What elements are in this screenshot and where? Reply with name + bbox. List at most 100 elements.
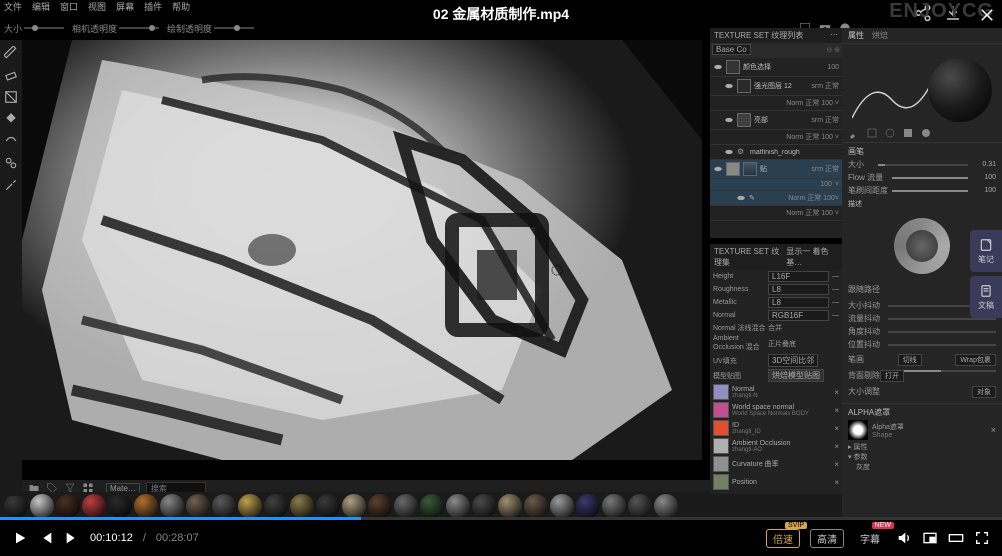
layer-blend-row[interactable]: Norm 正常 100 ˅ [710,96,842,111]
visibility-icon[interactable] [724,147,734,157]
current-time: 00:10:12 [90,532,133,544]
normal-dropdown[interactable]: RGB16F [768,310,829,321]
material-ball[interactable] [498,494,522,518]
material-ball[interactable] [264,494,288,518]
theater-icon[interactable] [948,530,964,546]
material-ball[interactable] [342,494,366,518]
color-picker[interactable] [894,218,950,274]
material-ball[interactable] [472,494,496,518]
height-dropdown[interactable]: L16F [768,271,829,282]
brush-tool-icon[interactable] [4,46,18,60]
material-ball[interactable] [160,494,184,518]
layer-item[interactable]: ⚙ matfinish_rough [710,145,842,160]
material-ball[interactable] [394,494,418,518]
uv-dropdown[interactable]: 3D空间比邻 [768,354,818,367]
map-remove-icon[interactable]: × [834,442,839,451]
metallic-dropdown[interactable]: L8 [768,297,829,308]
map-remove-icon[interactable]: × [834,460,839,469]
material-ball[interactable] [186,494,210,518]
material-ball[interactable] [524,494,548,518]
material-ball[interactable] [108,494,132,518]
material-ball[interactable] [30,494,54,518]
next-icon[interactable] [64,530,80,546]
material-ball[interactable] [628,494,652,518]
material-ball[interactable] [316,494,340,518]
backface-dropdown[interactable]: 打开 [880,370,904,382]
visibility-icon[interactable] [724,81,734,91]
material-ball[interactable] [238,494,262,518]
smudge-tool-icon[interactable] [4,134,18,148]
material-ball[interactable] [420,494,444,518]
layer-item[interactable]: 亮部 srm 正常 [710,111,842,130]
material-ball[interactable] [82,494,106,518]
map-row[interactable]: World space normalWorld Space Normals BO… [710,401,842,419]
play-icon[interactable] [12,530,28,546]
stroke-dropdown[interactable]: 切线 [898,354,922,366]
alpha-thumb[interactable] [848,420,868,440]
map-row[interactable]: Position× [710,473,842,491]
panel-menu-icon[interactable]: ⋯ [830,30,838,41]
material-ball[interactable] [602,494,626,518]
viewport-3d[interactable] [22,40,702,460]
pip-icon[interactable] [922,530,938,546]
projection-tool-icon[interactable] [4,90,18,104]
material-ball[interactable] [368,494,392,518]
clone-tool-icon[interactable] [4,156,18,170]
layer-blend-row[interactable]: Norm 正常 100 ˅ [710,130,842,145]
map-remove-icon[interactable]: × [834,388,839,397]
layer-sublayer[interactable]: ✎ Norm 正常 100˅ [710,191,842,206]
tab-properties[interactable]: 属性 [848,30,864,41]
channel-dropdown[interactable]: Base Co [712,44,751,55]
layer-item[interactable]: 强光图层 12 srm 正常 [710,77,842,96]
volume-icon[interactable] [896,530,912,546]
visibility-icon[interactable] [713,164,723,174]
roughness-dropdown[interactable]: L8 [768,284,829,295]
eraser-tool-icon[interactable] [4,68,18,82]
backface-slider[interactable] [904,370,996,372]
material-ball[interactable] [56,494,80,518]
sizespace-dropdown[interactable]: 对象 [972,386,996,398]
material-ball[interactable] [446,494,470,518]
fullscreen-icon[interactable] [974,530,990,546]
map-remove-icon[interactable]: × [834,424,839,433]
map-row[interactable]: Ambient Occlusionzhangti-AO× [710,437,842,455]
transcript-button[interactable]: 文稿 [970,276,1002,318]
size-slider[interactable] [878,164,968,166]
alpha-remove-icon[interactable]: × [991,425,996,435]
map-row[interactable]: Normalzhangti-N× [710,383,842,401]
picker-tool-icon[interactable] [4,178,18,192]
jitter-angle-slider[interactable] [888,331,996,333]
flow-slider[interactable] [892,177,968,179]
map-row[interactable]: Curvature 曲率× [710,455,842,473]
prev-icon[interactable] [38,530,54,546]
visibility-icon[interactable] [724,115,734,125]
material-ball[interactable] [212,494,236,518]
layer-item[interactable]: 颜色选择 100 [710,58,842,77]
visibility-icon[interactable] [736,193,746,203]
bake-button[interactable]: 烘焙模型贴图 [768,369,824,382]
tab-bake[interactable]: 烘焙 [872,30,888,41]
subtitle-button[interactable]: 字幕 NEW [854,530,886,547]
notes-button[interactable]: 笔记 [970,230,1002,272]
map-remove-icon[interactable]: × [834,406,839,415]
material-ball[interactable] [290,494,314,518]
layer-blend-row[interactable]: 100 ˅ [710,179,842,191]
fill-tool-icon[interactable] [4,112,18,126]
wrap-dropdown[interactable]: Wrap包裹 [955,354,996,366]
map-row[interactable]: IDzhangti_ID× [710,419,842,437]
close-icon[interactable] [978,6,996,24]
spacing-slider[interactable] [892,190,968,192]
progress-bar[interactable] [0,517,1002,520]
visibility-icon[interactable] [713,62,723,72]
jitter-pos-slider[interactable] [888,344,996,346]
map-remove-icon[interactable]: × [834,478,839,487]
layer-item-selected[interactable]: 贴 srm 正常 [710,160,842,179]
quality-button[interactable]: 高清 [810,529,844,548]
layer-blend-row[interactable]: Norm 正常 100 ˅ [710,206,842,221]
material-ball[interactable] [550,494,574,518]
material-ball[interactable] [654,494,678,518]
material-ball[interactable] [4,494,28,518]
material-ball[interactable] [576,494,600,518]
material-ball[interactable] [134,494,158,518]
speed-button[interactable]: 倍速 SVIP [766,529,800,548]
